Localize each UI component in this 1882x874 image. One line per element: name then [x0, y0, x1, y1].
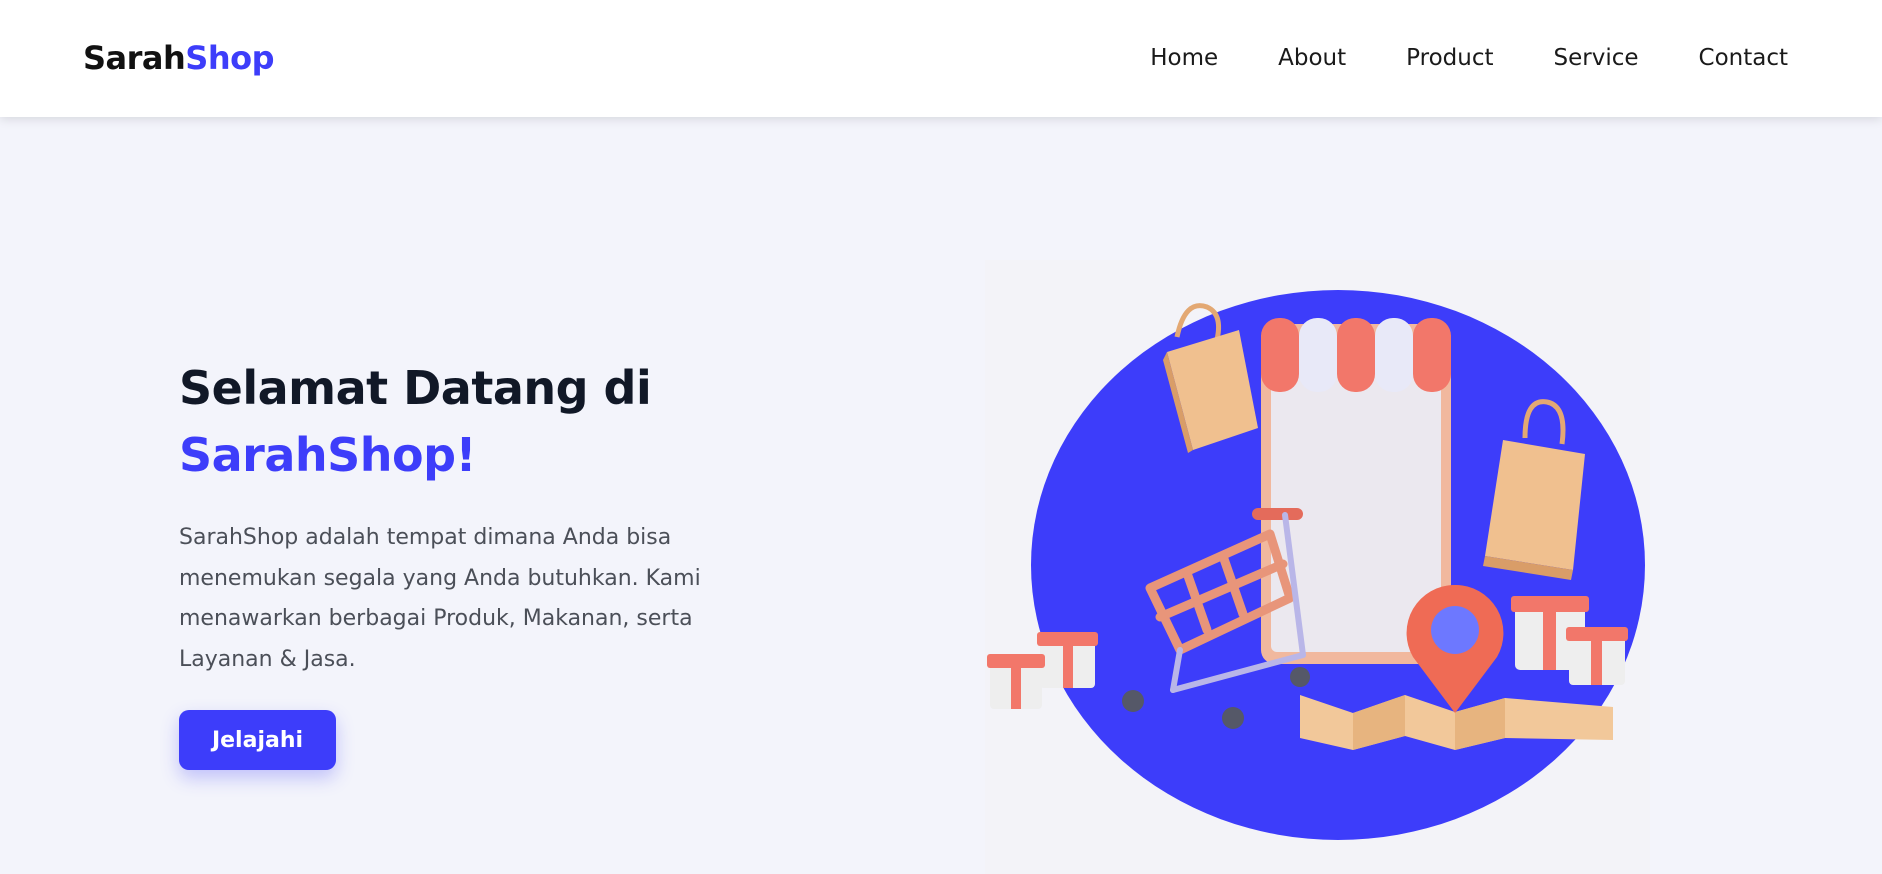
- nav-about[interactable]: About: [1278, 40, 1346, 76]
- hero-description: SarahShop adalah tempat dimana Anda bisa…: [179, 525, 701, 672]
- cart-wheel: [1122, 690, 1144, 712]
- hero-title: Selamat Datang di SarahShop!: [179, 355, 652, 489]
- hero-title-line1: Selamat Datang di: [179, 361, 652, 415]
- main-nav: Home About Product Service Contact: [1150, 40, 1788, 76]
- site-logo[interactable]: SarahShop: [83, 38, 275, 78]
- nav-product[interactable]: Product: [1406, 40, 1493, 76]
- online-shop-illustration: [985, 260, 1650, 874]
- cart-wheel: [1290, 667, 1310, 687]
- nav-contact[interactable]: Contact: [1699, 40, 1788, 76]
- nav-home[interactable]: Home: [1150, 40, 1218, 76]
- logo-text-sarah: Sarah: [83, 39, 186, 77]
- hero-title-brand: SarahShop!: [179, 428, 477, 482]
- site-header: SarahShop Home About Product Service Con…: [0, 0, 1882, 117]
- logo-text-shop: Shop: [185, 39, 275, 77]
- explore-button[interactable]: Jelajahi: [179, 710, 336, 770]
- cart-wheel: [1222, 707, 1244, 729]
- nav-service[interactable]: Service: [1554, 40, 1639, 76]
